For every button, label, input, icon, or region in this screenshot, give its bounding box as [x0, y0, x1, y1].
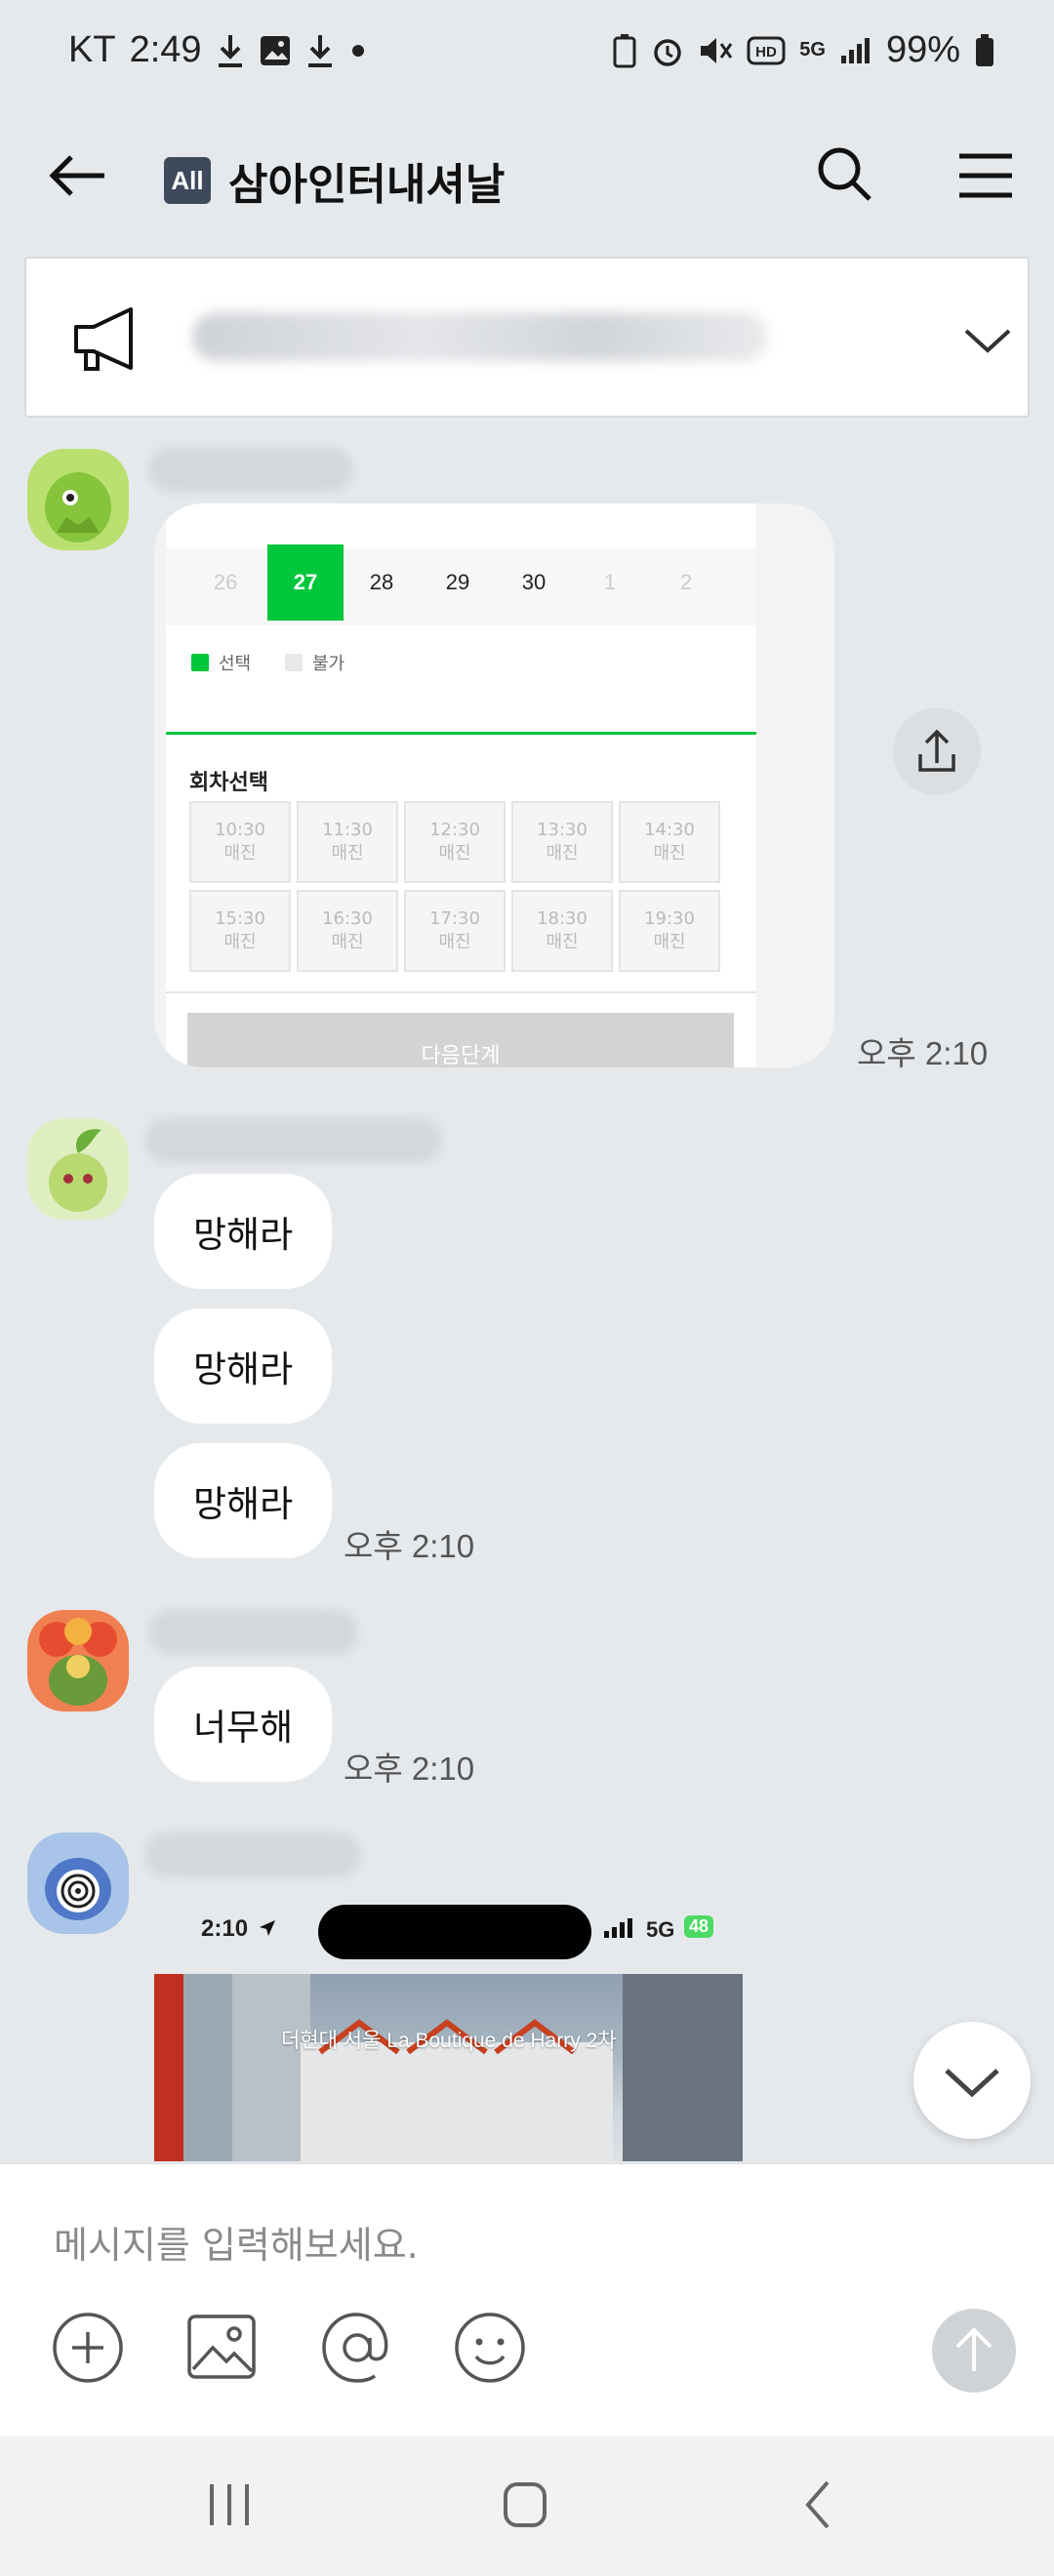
megaphone-icon	[74, 307, 133, 371]
dot-icon	[351, 44, 364, 57]
message-bubble[interactable]: 망해라	[154, 1174, 333, 1289]
room-title: 삼아인터내셔날	[228, 160, 506, 210]
battery-saver-icon	[613, 33, 636, 67]
date-cell: 2	[679, 570, 693, 594]
preview-status-bar: 2:10 5G 48	[154, 1888, 743, 1971]
alarm-icon	[654, 38, 681, 66]
divider	[166, 991, 756, 993]
sender-name-redacted	[148, 1610, 358, 1655]
time-slot: 16:30 매진	[297, 890, 398, 972]
hd-icon: HD	[747, 36, 786, 64]
preview-caption: 더현대 서울 La Boutique de Harry 2차	[281, 2030, 617, 2052]
image-icon[interactable]	[183, 2309, 262, 2387]
share-button[interactable]	[893, 707, 981, 795]
arrow-up-icon	[955, 2327, 993, 2371]
share-icon	[918, 729, 955, 772]
system-nav-bar	[0, 2436, 1054, 2576]
signal-icon	[604, 1918, 632, 1938]
time-slot: 13:30 매진	[511, 801, 613, 883]
avatar[interactable]	[27, 1610, 129, 1711]
chat-header: All 삼아인터내셔날	[0, 112, 1054, 239]
message-composer: 메시지를 입력해보세요.	[0, 2163, 1054, 2436]
chevron-down-icon	[945, 2069, 999, 2098]
mute-icon	[701, 37, 733, 63]
building-photo: 더현대 서울 La Boutique de Harry 2차	[154, 1974, 743, 2161]
date-cell-selected: 27	[267, 544, 344, 621]
avatar[interactable]	[27, 1118, 129, 1220]
chevron-down-icon[interactable]	[958, 317, 1017, 361]
hamburger-menu-icon[interactable]	[952, 141, 1020, 210]
date-cell: 1	[603, 570, 617, 594]
avatar[interactable]	[27, 1832, 129, 1934]
recent-apps-icon[interactable]	[190, 2471, 268, 2539]
battery-percent: 99%	[885, 29, 960, 70]
date-cell: 28	[369, 570, 394, 594]
sender-name-redacted	[144, 1118, 442, 1163]
plus-icon[interactable]	[49, 2309, 127, 2387]
signal-icon	[840, 37, 870, 63]
session-title: 회차선택	[189, 771, 268, 795]
screenshot-image-message[interactable]: 2:10 5G 48 더현대 서울 La Boutique de Harry 2…	[154, 1888, 743, 2161]
all-badge: All	[164, 157, 211, 204]
time-slot: 10:30 매진	[189, 801, 291, 883]
room-title-area[interactable]: All 삼아인터내셔날	[164, 149, 505, 212]
location-arrow-icon	[260, 1920, 275, 1936]
calendar-image-message[interactable]: 26 27 28 29 30 1 2 선택 불가 회차선택 10:30 매진 11…	[154, 503, 834, 1067]
message-time: 오후 2:10	[857, 1035, 989, 1071]
emoji-icon[interactable]	[451, 2309, 529, 2387]
back-icon[interactable]	[781, 2471, 859, 2539]
time-slot: 11:30 매진	[297, 801, 398, 883]
back-arrow-icon[interactable]	[44, 141, 112, 210]
time-slot: 14:30 매진	[619, 801, 720, 883]
battery-icon	[976, 33, 993, 66]
time-slot: 18:30 매진	[511, 890, 613, 972]
home-icon[interactable]	[486, 2471, 564, 2539]
carrier-label: KT	[68, 29, 116, 70]
avatar[interactable]	[27, 449, 129, 550]
message-input[interactable]: 메시지를 입력해보세요.	[54, 2215, 419, 2269]
sender-name-redacted	[144, 1832, 361, 1877]
preview-battery: 48	[684, 1915, 714, 1938]
sender-name-redacted	[148, 447, 353, 492]
legend-selected: 선택	[191, 650, 251, 675]
time-slot: 17:30 매진	[404, 890, 506, 972]
message-bubble[interactable]: 망해라	[154, 1308, 333, 1424]
divider	[166, 732, 756, 735]
download-icon	[307, 34, 332, 67]
message-bubble[interactable]: 망해라	[154, 1443, 333, 1558]
status-time: 2:49	[129, 29, 202, 70]
network-type: 5G	[799, 39, 826, 60]
date-cell: 26	[213, 570, 238, 594]
notice-banner[interactable]	[24, 257, 1030, 418]
preview-time: 2:10	[201, 1915, 249, 1942]
preview-network: 5G	[646, 1917, 675, 1942]
message-time: 오후 2:10	[344, 1751, 475, 1787]
message-bubble[interactable]: 너무해	[154, 1667, 333, 1782]
scroll-to-bottom-button[interactable]	[913, 2022, 1031, 2139]
download-icon	[218, 34, 242, 67]
message-time: 오후 2:10	[344, 1528, 475, 1564]
dynamic-island	[318, 1905, 591, 1959]
time-slot: 15:30 매진	[189, 890, 291, 972]
search-icon[interactable]	[810, 140, 878, 208]
date-cell: 30	[521, 570, 547, 594]
legend-unavailable: 불가	[285, 650, 345, 675]
send-button[interactable]	[932, 2309, 1016, 2393]
status-bar: KT 2:49 HD 5G 99%	[0, 0, 1054, 112]
next-step-button: 다음단계	[187, 1013, 734, 1067]
mention-icon[interactable]	[318, 2309, 396, 2387]
time-slot: 19:30 매진	[619, 890, 720, 972]
notice-text-redacted	[192, 312, 768, 361]
date-cell: 29	[445, 570, 470, 594]
gallery-icon	[260, 35, 290, 65]
time-slot: 12:30 매진	[404, 801, 506, 883]
svg-text:HD: HD	[755, 44, 777, 60]
